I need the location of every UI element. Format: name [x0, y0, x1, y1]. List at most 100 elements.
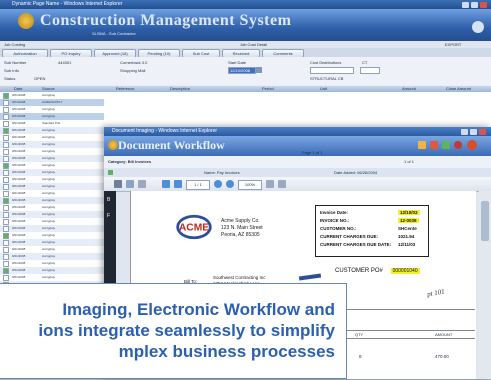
document-window-title: Document Imaging - Windows Internet Expl… [112, 128, 218, 134]
viewer-save-icon[interactable] [126, 180, 134, 188]
row-date: 9/01/2008 [12, 93, 26, 97]
row-source: Acctg/pay [42, 191, 56, 195]
reject-icon[interactable] [454, 141, 462, 149]
invoice-no-value: 12-0039 [398, 218, 419, 223]
viewer-scrollbar[interactable] [479, 191, 491, 379]
handwritten-note: pt 101 [426, 287, 446, 299]
table-row[interactable]: 9/01/2008 Acctg/pay [0, 274, 104, 281]
table-row[interactable]: 9/01/2008 Acctg/pay [0, 260, 104, 267]
table-row[interactable]: 9/01/2008 Acctg/pay [0, 134, 104, 141]
cost-code-select[interactable] [360, 67, 380, 74]
table-row[interactable]: 9/01/2008 Standard Pub [0, 120, 104, 127]
table-row[interactable]: 9/01/2008 Acctg/pay [0, 232, 104, 239]
name-label: Name: Pay Invoices [204, 170, 240, 175]
status-icon [108, 170, 113, 175]
row-source: Acctg/pay [42, 212, 56, 216]
thumbnail-f-label[interactable]: F [107, 213, 110, 219]
zoom-select[interactable]: 100% [238, 180, 262, 190]
table-row[interactable]: 9/01/2008 Acctg/pay [0, 106, 104, 113]
table-row[interactable]: 9/01/2008 Acctg/pay [0, 169, 104, 176]
scrollbar-thumb[interactable] [481, 201, 489, 241]
viewer-email-icon[interactable] [138, 180, 146, 188]
row-source: Acctg/pay [42, 170, 56, 174]
row-date: 9/01/2008 [12, 100, 26, 104]
table-row[interactable]: 9/01/2008 Acctg/pay [0, 155, 104, 162]
table-row[interactable]: 9/01/2008 Acctg/pay [0, 267, 104, 274]
close-button[interactable] [480, 2, 487, 8]
tab-strip: Authorization PO Inquiry Approved (18) P… [0, 48, 491, 58]
table-row[interactable]: 9/01/2008 Acctg/pay [0, 239, 104, 246]
page-nav-input[interactable]: 1 / 1 [186, 180, 210, 190]
export-label[interactable]: EXPORT [445, 42, 461, 47]
viewer-print-icon[interactable] [114, 180, 122, 188]
charges-due-date-label: CURRENT CHARGES DUE DATE: [320, 242, 392, 247]
category-label: Category: Bill Invoices [108, 159, 152, 164]
thumbnail-b-label[interactable]: B [107, 197, 110, 203]
app-logo-icon [18, 13, 34, 29]
fit-page-icon[interactable] [266, 180, 274, 188]
row-date: 9/01/2008 [12, 219, 26, 223]
row-date: 9/01/2008 [12, 240, 26, 244]
table-row[interactable]: 9/01/2008 Acctg/pay [0, 162, 104, 169]
row-date: 9/01/2008 [12, 233, 26, 237]
callout-line-2: ions integrate seamlessly to simplify [38, 321, 335, 340]
stop-icon[interactable] [467, 140, 477, 150]
table-row[interactable]: 9/01/2008 Acctg/pay [0, 225, 104, 232]
prev-page-icon[interactable] [162, 180, 170, 188]
row-date: 9/01/2008 [12, 149, 26, 153]
table-row[interactable]: 9/01/2008 Acctg/pay [0, 113, 104, 120]
background-window-title: Dynamic Page Name - Windows Internet Exp… [12, 1, 123, 7]
table-row[interactable]: 9/01/2008 Acctg/pay [0, 92, 104, 99]
table-row[interactable]: 9/01/2008 Acctg/pay [0, 204, 104, 211]
rotate-icon[interactable] [278, 180, 286, 188]
sub-number-value: 444301 [58, 60, 72, 65]
callout-line-3: mplex business processes [118, 342, 335, 361]
zoom-out-icon[interactable] [214, 180, 222, 188]
marketing-callout: Imaging, Electronic Workflow and ions in… [0, 283, 347, 379]
doc-close-button[interactable] [479, 129, 486, 135]
table-row[interactable]: 9/01/2008 ACRE/SUPPLY [0, 99, 104, 106]
row-date: 9/01/2008 [12, 198, 26, 202]
approve-icon[interactable] [442, 141, 450, 149]
row-source: Acctg/pay [42, 247, 56, 251]
table-row[interactable]: 9/01/2008 Acctg/pay [0, 141, 104, 148]
document-app-title: Document Workflow [118, 138, 225, 152]
row-source: Standard Pub [42, 121, 61, 125]
cost-distributions-value: CT [362, 60, 368, 65]
help-icon[interactable] [472, 21, 484, 33]
doc-maximize-button[interactable] [470, 129, 477, 135]
print-icon[interactable] [418, 141, 426, 149]
next-page-icon[interactable] [174, 180, 182, 188]
table-row[interactable]: 9/01/2008 Acctg/pay [0, 176, 104, 183]
charges-due-value: 1021.94 [398, 234, 415, 239]
start-date-value: 12/10/2008 [230, 68, 251, 73]
delete-icon[interactable] [430, 141, 438, 149]
table-row[interactable]: 9/01/2008 Acctg/pay [0, 127, 104, 134]
app-banner: Construction Management System SLSMA - S… [0, 9, 491, 41]
table-row[interactable]: 9/01/2008 Acctg/pay [0, 197, 104, 204]
row-date: 9/01/2008 [12, 254, 26, 258]
amount-header: AMOUNT [435, 332, 453, 337]
table-row[interactable]: 9/01/2008 Acctg/pay [0, 211, 104, 218]
row-source: Acctg/pay [42, 107, 56, 111]
table-row[interactable]: 9/01/2008 Acctg/pay [0, 183, 104, 190]
table-row[interactable]: 9/01/2008 Acctg/pay [0, 190, 104, 197]
customer-no-label: CUSTOMER NO.: [320, 226, 357, 231]
table-row[interactable]: 9/01/2008 Acctg/pay [0, 246, 104, 253]
table-row[interactable]: 9/01/2008 Acctg/pay [0, 218, 104, 225]
row-date: 9/01/2008 [12, 184, 26, 188]
calendar-icon[interactable] [256, 67, 262, 73]
zoom-in-icon[interactable] [226, 180, 234, 188]
maximize-button[interactable] [471, 2, 478, 8]
row-date: 9/01/2008 [12, 205, 26, 209]
table-row[interactable]: 9/01/2008 Acctg/pay [0, 253, 104, 260]
row-date: 9/01/2008 [12, 121, 26, 125]
background-window-titlebar: Dynamic Page Name - Windows Internet Exp… [0, 0, 491, 9]
row-source: Acctg/pay [42, 135, 56, 139]
start-date-input[interactable]: 12/10/2008 [228, 67, 256, 74]
doc-minimize-button[interactable] [461, 129, 468, 135]
minimize-button[interactable] [462, 2, 469, 8]
cost-distribution-select[interactable] [310, 67, 354, 74]
company-name: Acme Supply Co. [221, 218, 260, 224]
table-row[interactable]: 9/01/2008 Acctg/pay [0, 148, 104, 155]
